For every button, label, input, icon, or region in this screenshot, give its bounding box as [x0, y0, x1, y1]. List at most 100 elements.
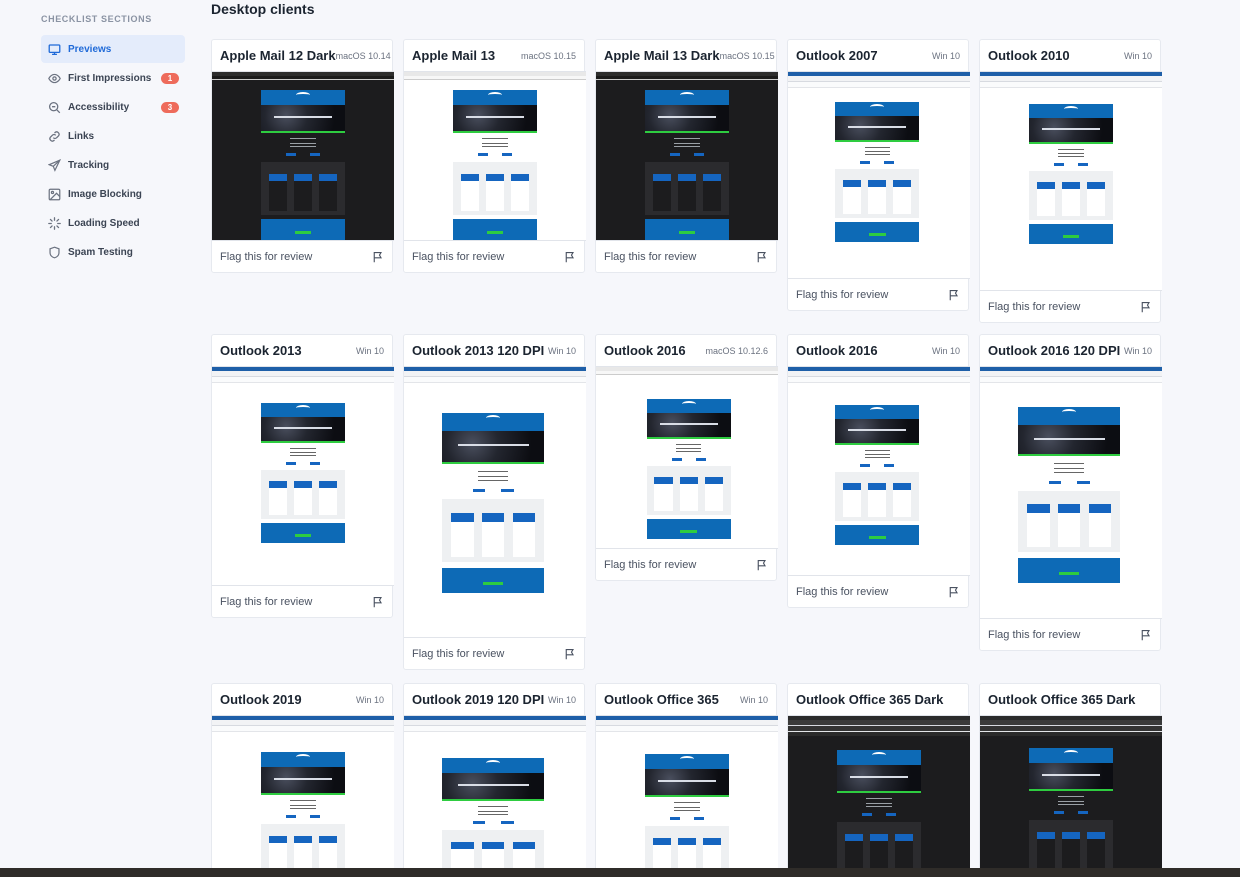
- flag-for-review-link[interactable]: Flag this for review: [988, 301, 1080, 313]
- hero-headline: [657, 115, 717, 118]
- email-text-line: [290, 146, 316, 147]
- email-preview-screenshot[interactable]: [596, 715, 778, 875]
- email-preview-screenshot[interactable]: [596, 366, 778, 549]
- tip-card-header: [1057, 504, 1081, 513]
- email-preview-screenshot[interactable]: [212, 71, 394, 241]
- flag-for-review-link[interactable]: Flag this for review: [796, 586, 888, 598]
- email-preview-screenshot[interactable]: [980, 71, 1162, 291]
- email-header-bar: [645, 90, 729, 105]
- email-footer: [645, 219, 729, 240]
- email-preview-screenshot[interactable]: [212, 715, 394, 875]
- card-header: Outlook 2013 120 DPI Win 10: [404, 335, 584, 366]
- email-text-line: [290, 455, 316, 456]
- email-preview-screenshot[interactable]: [980, 715, 1162, 875]
- flag-for-review-link[interactable]: Flag this for review: [604, 559, 696, 571]
- client-name: Outlook 2013: [220, 343, 302, 358]
- email-text-line: [866, 798, 892, 799]
- email-render: [837, 750, 921, 874]
- hero-headline: [657, 779, 717, 782]
- sidebar-item-spam-testing[interactable]: Spam Testing: [41, 238, 185, 266]
- email-preview-screenshot[interactable]: [404, 366, 586, 638]
- email-preview-screenshot[interactable]: [212, 366, 394, 586]
- hero-divider: [835, 140, 920, 142]
- sidebar-item-accessibility[interactable]: Accessibility 3: [41, 93, 185, 121]
- tip-card-header: [451, 841, 474, 850]
- client-preview-card[interactable]: Outlook 2019 120 DPI Win 10: [403, 683, 586, 876]
- client-preview-card[interactable]: Apple Mail 13 macOS 10.15 Flag this for re…: [403, 39, 586, 273]
- flag-icon[interactable]: [948, 289, 960, 301]
- flag-icon[interactable]: [756, 559, 768, 571]
- flag-icon[interactable]: [948, 586, 960, 598]
- email-cta-button: [501, 821, 514, 824]
- client-preview-card[interactable]: Outlook 2019 Win 10: [211, 683, 394, 876]
- flag-icon[interactable]: [372, 251, 384, 263]
- client-preview-card[interactable]: Outlook 2013 Win 10 Flag this for review: [211, 334, 394, 618]
- flag-icon[interactable]: [756, 251, 768, 263]
- sidebar-item-first-impressions[interactable]: First Impressions 1: [41, 64, 185, 92]
- email-preview-screenshot[interactable]: [404, 71, 586, 241]
- client-preview-card[interactable]: Outlook 2016 macOS 10.12.6 Flag this for r…: [595, 334, 778, 581]
- client-preview-card[interactable]: Apple Mail 13 Dark macOS 10.15 Flag this f…: [595, 39, 778, 273]
- tip-card: [702, 173, 722, 211]
- email-text-line: [1058, 156, 1084, 157]
- footer-button: [486, 230, 504, 234]
- client-preview-card[interactable]: Outlook 2013 120 DPI Win 10 Flag this for …: [403, 334, 586, 670]
- acme-logo-icon: [295, 92, 310, 98]
- email-text-line: [290, 448, 316, 449]
- mail-client-chrome: [788, 716, 970, 736]
- client-preview-card[interactable]: Outlook 2010 Win 10 Flag this for review: [979, 39, 1162, 323]
- client-name: Outlook 2016: [796, 343, 878, 358]
- client-preview-card[interactable]: Outlook 2007 Win 10 Flag this for review: [787, 39, 970, 311]
- sidebar-item-tracking[interactable]: Tracking: [41, 151, 185, 179]
- tip-card-header: [702, 837, 722, 846]
- client-preview-card[interactable]: Outlook 2016 120 DPI Win 10 Flag this for …: [979, 334, 1162, 651]
- email-preview-screenshot[interactable]: [596, 71, 778, 241]
- flag-icon[interactable]: [564, 251, 576, 263]
- sidebar-item-image-blocking[interactable]: Image Blocking: [41, 180, 185, 208]
- flag-icon[interactable]: [1140, 629, 1152, 641]
- client-preview-card[interactable]: Outlook Office 365 Dark: [787, 683, 970, 876]
- email-hero-image: [442, 773, 545, 799]
- flag-for-review-link[interactable]: Flag this for review: [796, 289, 888, 301]
- flag-for-review-link[interactable]: Flag this for review: [604, 251, 696, 263]
- email-preview-screenshot[interactable]: [980, 366, 1162, 619]
- email-preview-screenshot[interactable]: [788, 715, 970, 875]
- sidebar-item-links[interactable]: Links: [41, 122, 185, 150]
- email-hero-image: [1029, 118, 1113, 142]
- sidebar-item-label: Tracking: [68, 159, 110, 171]
- flag-icon[interactable]: [372, 596, 384, 608]
- hero-divider: [835, 443, 920, 445]
- client-preview-card[interactable]: Outlook Office 365 Win 10: [595, 683, 778, 876]
- client-name: Outlook 2007: [796, 48, 878, 63]
- tip-card-header: [1027, 504, 1050, 513]
- flag-for-review-link[interactable]: Flag this for review: [988, 629, 1080, 641]
- client-preview-card[interactable]: Apple Mail 12 Dark macOS 10.14 Flag this f…: [211, 39, 394, 273]
- flag-icon[interactable]: [564, 648, 576, 660]
- email-hero-image: [835, 419, 920, 443]
- flag-icon[interactable]: [1140, 301, 1152, 313]
- email-footer: [261, 219, 345, 240]
- email-render: [261, 90, 345, 240]
- email-cta-button: [472, 821, 485, 824]
- email-header-bar: [442, 413, 545, 431]
- tip-card: [1036, 831, 1056, 869]
- email-header-bar: [835, 405, 920, 419]
- acme-logo-icon: [486, 415, 501, 421]
- sidebar-item-previews[interactable]: Previews: [41, 35, 185, 63]
- flag-for-review-link[interactable]: Flag this for review: [412, 251, 504, 263]
- email-preview-screenshot[interactable]: [788, 71, 970, 279]
- client-preview-card[interactable]: Outlook 2016 Win 10 Flag this for review: [787, 334, 970, 608]
- tip-card-header: [867, 482, 887, 490]
- tip-card: [677, 173, 697, 211]
- flag-for-review-link[interactable]: Flag this for review: [220, 251, 312, 263]
- client-preview-card[interactable]: Outlook Office 365 Dark: [979, 683, 1162, 876]
- email-preview-screenshot[interactable]: [404, 715, 586, 875]
- flag-for-review-link[interactable]: Flag this for review: [220, 596, 312, 608]
- footer-button: [678, 230, 696, 234]
- monitor-icon: [47, 42, 61, 56]
- email-cta-button: [1077, 811, 1088, 814]
- tip-card-header: [677, 837, 697, 846]
- sidebar-item-loading-speed[interactable]: Loading Speed: [41, 209, 185, 237]
- flag-for-review-link[interactable]: Flag this for review: [412, 648, 504, 660]
- email-preview-screenshot[interactable]: [788, 366, 970, 576]
